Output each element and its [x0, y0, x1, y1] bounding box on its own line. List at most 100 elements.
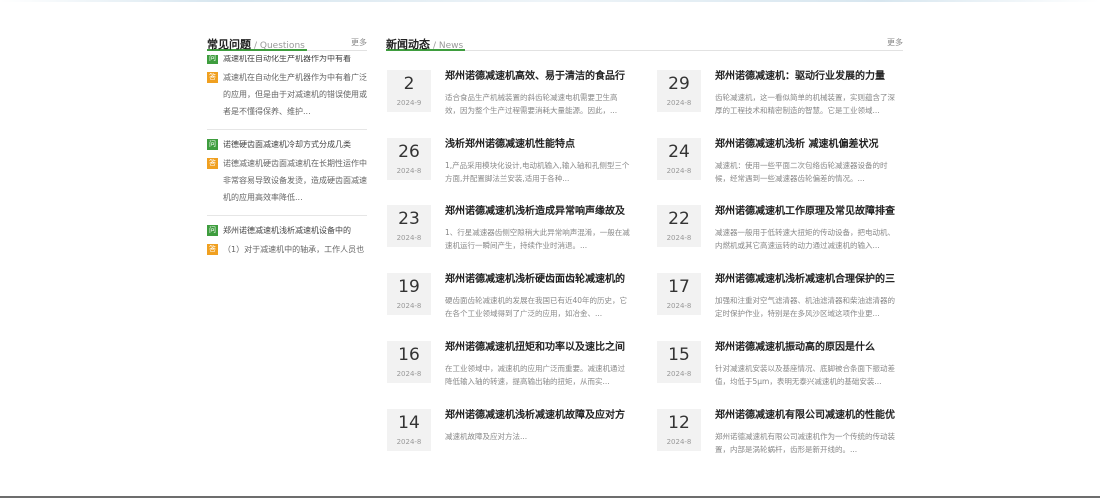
- news-item[interactable]: 12 2024-8 郑州诺德减速机有限公司减速机的性能优 郑州诺德减速机有限公司…: [657, 409, 903, 465]
- date-day: 17: [668, 277, 690, 297]
- news-section: 新闻动态 / News 更多 2 2024-9 郑州诺德减速机高效、易于清洁的食品…: [386, 33, 903, 454]
- news-item[interactable]: 19 2024-8 郑州诺德减速机浅析硬齿面齿轮减速机的 硬齿面齿轮减速机的发展…: [387, 273, 633, 329]
- news-title-link[interactable]: 郑州诺德减速机浅析硬齿面齿轮减速机的: [445, 273, 633, 286]
- answer-text: 减速机在自动化生产机器作为中有着广泛的应用，但是由于对减速机的错误使用或者是不懂…: [223, 73, 367, 116]
- news-item[interactable]: 17 2024-8 郑州诺德减速机浅析减速机合理保护的三 加强和注重对空气滤清器…: [657, 273, 903, 329]
- answer-badge: 答: [207, 72, 218, 83]
- news-summary: 适合食品生产机械装置的斜齿轮减速电机需要卫生高效，因为整个生产过程需要消耗大量能…: [445, 93, 618, 115]
- news-item[interactable]: 15 2024-8 郑州诺德减速机振动高的原因是什么 针对减速机安装以及基座情况…: [657, 341, 903, 397]
- faq-title: 常见问题: [207, 38, 251, 51]
- news-title: 新闻动态: [386, 38, 430, 51]
- date-badge: 23 2024-8: [387, 205, 431, 247]
- answer-row: 答 诺德减速机硬齿面减速机在长期性运作中非常容易导致设备发烫，造成硬齿面减速机的…: [207, 151, 367, 206]
- question-text[interactable]: 郑州诺德减速机浅析减速机设备中的: [223, 224, 367, 237]
- faq-subtitle: / Questions: [254, 41, 305, 51]
- news-item[interactable]: 22 2024-8 郑州诺德减速机工作原理及常见故障排查 减速器一般用于低转速大…: [657, 205, 903, 261]
- news-summary: 硬齿面齿轮减速机的发展在我国已有近40年的历史，它在各个工业领域得到了广泛的应用…: [445, 296, 628, 318]
- answer-text: （1）对于减速机中的轴承，工作人员也要对其认真地做好润滑添加。: [223, 245, 365, 254]
- date-badge: 26 2024-8: [387, 138, 431, 180]
- news-summary: 减速器一般用于低转速大扭矩的传动设备，把电动机、内燃机或其它高速运转的动力通过减…: [715, 228, 895, 250]
- date-day: 29: [668, 74, 690, 94]
- date-badge: 14 2024-8: [387, 409, 431, 451]
- date-badge: 2 2024-9: [387, 70, 431, 112]
- date-day: 23: [398, 209, 420, 229]
- question-row: 问 减速机在自动化生产机器作为中有着: [207, 55, 367, 65]
- news-title-wrap: 新闻动态 / News: [386, 33, 466, 51]
- answer-badge: 答: [207, 158, 218, 169]
- question-text[interactable]: 诺德硬齿面减速机冷却方式分成几类: [223, 138, 367, 151]
- faq-item[interactable]: 问 郑州诺德减速机浅析减速机设备中的 答 （1）对于减速机中的轴承，工作人员也要…: [207, 216, 367, 261]
- date-day: 22: [668, 209, 690, 229]
- news-summary: 减速机：使用一些平面二次包络齿轮减速器设备的时候，经常遇到一些减速器齿轮偏差的情…: [715, 161, 888, 183]
- news-title-link[interactable]: 郑州诺德减速机浅析减速机合理保护的三: [715, 273, 903, 286]
- date-year-month: 2024-8: [396, 167, 422, 175]
- news-summary: 针对减速机安装以及基座情况、底脚被合条面下振动差值，均低于5μm，表明无泰兴减速…: [715, 364, 895, 386]
- date-day: 15: [668, 345, 690, 365]
- answer-text: 诺德减速机硬齿面减速机在长期性运作中非常容易导致设备发烫，造成硬齿面减速机的应用…: [223, 159, 367, 202]
- date-year-month: 2024-8: [666, 167, 692, 175]
- news-title-link[interactable]: 郑州诺德减速机浅析减速机故障及应对方: [445, 409, 633, 422]
- date-year-month: 2024-8: [666, 99, 692, 107]
- date-year-month: 2024-8: [396, 370, 422, 378]
- faq-title-wrap: 常见问题 / Questions: [207, 33, 307, 51]
- date-year-month: 2024-8: [666, 370, 692, 378]
- news-title-link[interactable]: 浅析郑州诺德减速机性能特点: [445, 138, 633, 151]
- date-day: 24: [668, 142, 690, 162]
- date-year-month: 2024-8: [396, 438, 422, 446]
- news-title-link[interactable]: 郑州诺德减速机有限公司减速机的性能优: [715, 409, 903, 422]
- date-year-month: 2024-8: [666, 438, 692, 446]
- faq-scroll-list: 问 减速机在自动化生产机器作为中有着 答 减速机在自动化生产机器作为中有着广泛的…: [207, 55, 367, 261]
- news-item[interactable]: 29 2024-8 郑州诺德减速机：驱动行业发展的力量 齿轮减速机，这一看似简单…: [657, 70, 903, 126]
- news-summary: 齿轮减速机，这一看似简单的机械装置，实则蕴含了深厚的工程技术和精密制造的智慧。它…: [715, 93, 895, 115]
- news-item[interactable]: 16 2024-8 郑州诺德减速机扭矩和功率以及速比之间 在工业领域中，减速机的…: [387, 341, 633, 397]
- news-title-link[interactable]: 郑州诺德减速机：驱动行业发展的力量: [715, 70, 903, 83]
- top-accent-line: [0, 0, 1100, 2]
- news-item[interactable]: 14 2024-8 郑州诺德减速机浅析减速机故障及应对方 减速机故障及应对方法.…: [387, 409, 633, 465]
- news-title-link[interactable]: 郑州诺德减速机振动高的原因是什么: [715, 341, 903, 354]
- answer-row: 答 减速机在自动化生产机器作为中有着广泛的应用，但是由于对减速机的错误使用或者是…: [207, 65, 367, 120]
- news-title-link[interactable]: 郑州诺德减速机浅析 减速机偏差状况: [715, 138, 903, 151]
- question-text[interactable]: 减速机在自动化生产机器作为中有着: [223, 55, 367, 65]
- date-badge: 15 2024-8: [657, 341, 701, 383]
- date-day: 2: [403, 74, 415, 94]
- date-year-month: 2024-8: [666, 234, 692, 242]
- question-badge: 问: [207, 139, 218, 150]
- faq-track: 问 减速机在自动化生产机器作为中有着 答 减速机在自动化生产机器作为中有着广泛的…: [207, 55, 367, 261]
- date-badge: 19 2024-8: [387, 273, 431, 315]
- faq-section: 常见问题 / Questions 更多 问 减速机在自动化生产机器作为中有着 答 …: [207, 33, 367, 261]
- news-title-link[interactable]: 郑州诺德减速机高效、易于清洁的食品行: [445, 70, 633, 83]
- news-item[interactable]: 24 2024-8 郑州诺德减速机浅析 减速机偏差状况 减速机：使用一些平面二次…: [657, 138, 903, 194]
- faq-item[interactable]: 问 诺德硬齿面减速机冷却方式分成几类 答 诺德减速机硬齿面减速机在长期性运作中非…: [207, 130, 367, 216]
- answer-row: 答 （1）对于减速机中的轴承，工作人员也要对其认真地做好润滑添加。: [207, 237, 367, 261]
- news-item[interactable]: 2 2024-9 郑州诺德减速机高效、易于清洁的食品行 适合食品生产机械装置的斜…: [387, 70, 633, 126]
- date-badge: 22 2024-8: [657, 205, 701, 247]
- date-year-month: 2024-9: [396, 99, 422, 107]
- date-day: 14: [398, 413, 420, 433]
- faq-more-link[interactable]: 更多: [351, 37, 367, 48]
- news-title-link[interactable]: 郑州诺德减速机浅析造成异常响声缘故及: [445, 205, 633, 218]
- news-summary: 1、行星减速器齿侧空隙稍大此异常响声混淆，一般在减速机运行一瞬间产生，持续作业时…: [445, 228, 630, 250]
- news-summary: 减速机故障及应对方法...: [445, 432, 528, 441]
- question-badge: 问: [207, 55, 218, 64]
- date-badge: 12 2024-8: [657, 409, 701, 451]
- date-year-month: 2024-8: [666, 302, 692, 310]
- faq-header: 常见问题 / Questions 更多: [207, 33, 367, 51]
- question-row: 问 郑州诺德减速机浅析减速机设备中的: [207, 224, 367, 237]
- date-year-month: 2024-8: [396, 302, 422, 310]
- news-title-link[interactable]: 郑州诺德减速机工作原理及常见故障排查: [715, 205, 903, 218]
- news-summary: 在工业领域中，减速机的应用广泛而重要。减速机通过降低输入轴的转速，提高输出轴的扭…: [445, 364, 625, 386]
- news-subtitle: / News: [433, 41, 464, 51]
- news-item[interactable]: 26 2024-8 浅析郑州诺德减速机性能特点 1,产品采用模块化设计,电动机输…: [387, 138, 633, 194]
- news-summary: 1,产品采用模块化设计,电动机输入,输入轴和孔侧型三个方面,并配置脚法兰安装,适…: [445, 161, 630, 183]
- date-day: 26: [398, 142, 420, 162]
- news-item[interactable]: 23 2024-8 郑州诺德减速机浅析造成异常响声缘故及 1、行星减速器齿侧空隙…: [387, 205, 633, 261]
- date-year-month: 2024-8: [396, 234, 422, 242]
- news-more-link[interactable]: 更多: [887, 37, 903, 48]
- news-title-link[interactable]: 郑州诺德减速机扭矩和功率以及速比之间: [445, 341, 633, 354]
- news-header: 新闻动态 / News 更多: [386, 33, 903, 51]
- date-badge: 17 2024-8: [657, 273, 701, 315]
- question-row: 问 诺德硬齿面减速机冷却方式分成几类: [207, 138, 367, 151]
- faq-item[interactable]: 问 减速机在自动化生产机器作为中有着 答 减速机在自动化生产机器作为中有着广泛的…: [207, 55, 367, 130]
- question-badge: 问: [207, 225, 218, 236]
- date-day: 12: [668, 413, 690, 433]
